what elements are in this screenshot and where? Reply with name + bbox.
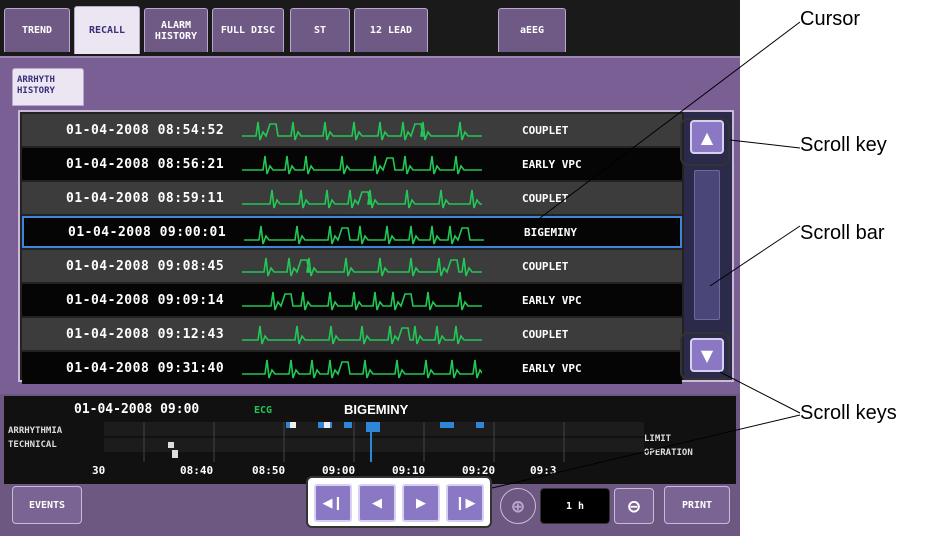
callout-scroll-bar: Scroll bar — [800, 222, 885, 244]
callout-lines — [491, 21, 801, 489]
callout-scroll-key: Scroll key — [800, 134, 887, 156]
callout-scroll-keys: Scroll keys — [800, 402, 897, 424]
callout-cursor: Cursor — [800, 8, 861, 30]
